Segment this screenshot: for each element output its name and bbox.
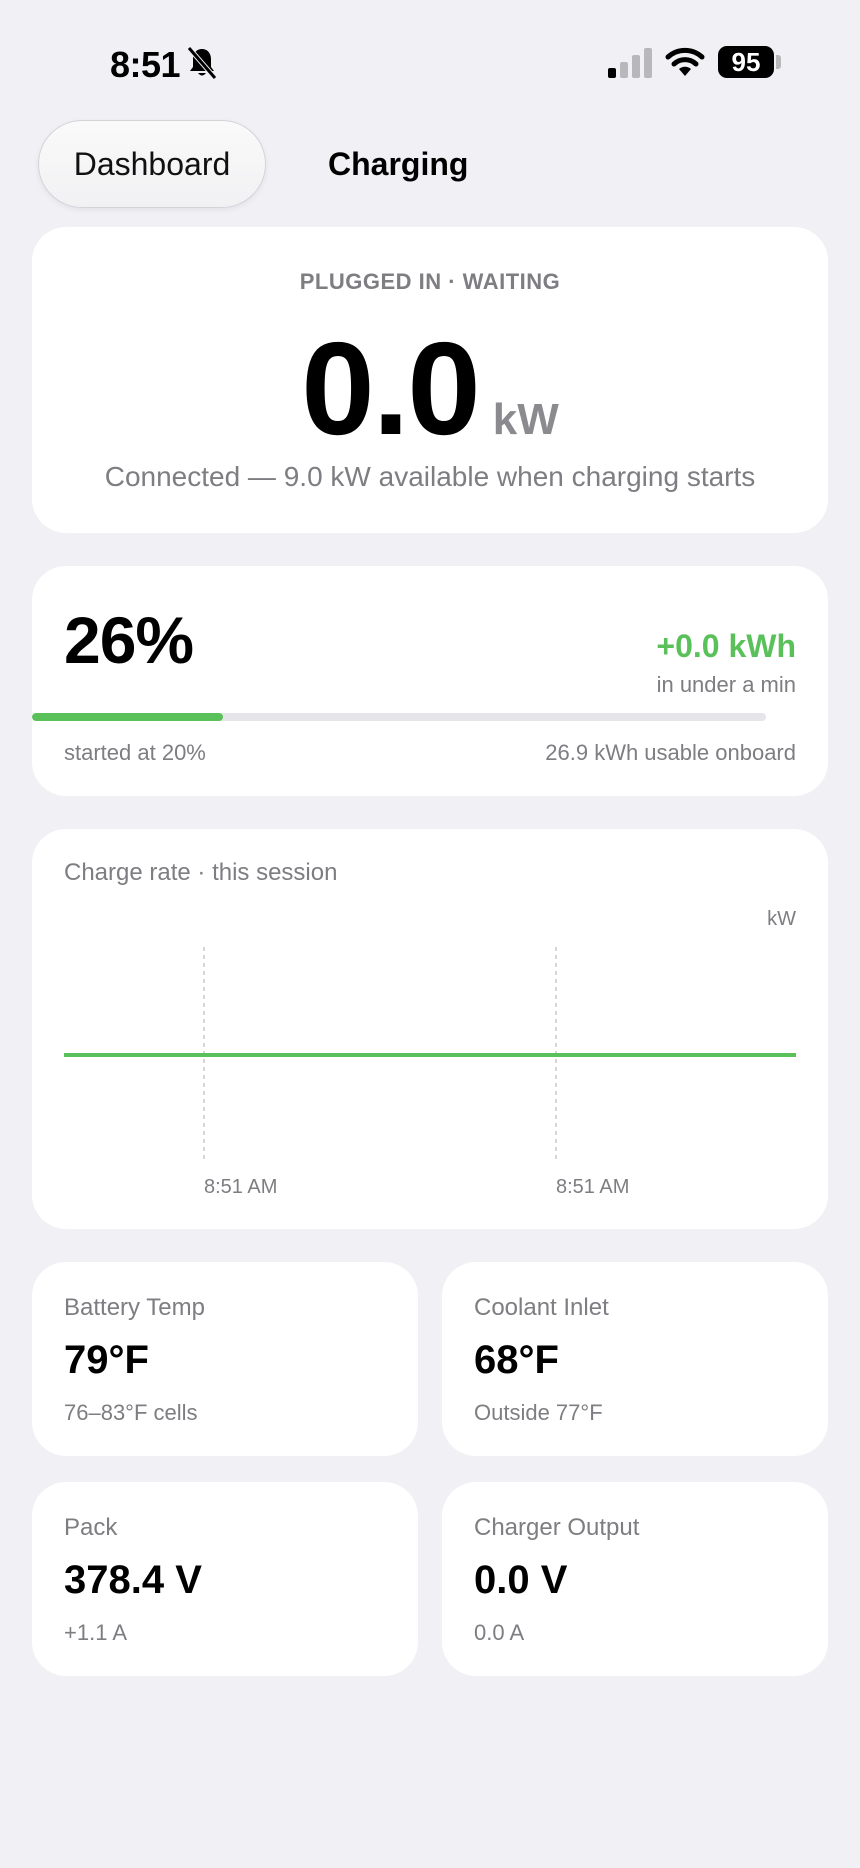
coolant-inlet-tile: Coolant Inlet 68°F Outside 77°F [442,1262,828,1456]
tile-label: Charger Output [474,1514,640,1541]
state-of-charge-card: 26% +0.0 kWh in under a min started at 2… [32,566,828,796]
cellular-signal-icon [608,48,652,78]
tile-subtext: Outside 77°F [474,1400,603,1425]
energy-added-duration: in under a min [656,672,796,697]
charger-output-tile: Charger Output 0.0 V 0.0 A [442,1482,828,1676]
status-time: 8:51 [110,44,181,85]
tab-dashboard[interactable]: Dashboard [38,120,266,208]
wifi-icon [665,47,705,76]
battery-tip [776,55,781,69]
charging-power-card: PLUGGED IN · WAITING 0.0 kW Connected — … [32,227,828,533]
charge-rate-chart-card: Charge rate · this session kW 8:51 AM 8:… [32,829,828,1229]
soc-progress-bar [32,713,766,721]
tile-subtext: +1.1 A [64,1620,128,1645]
tab-charging[interactable]: Charging [328,120,468,208]
tile-label: Coolant Inlet [474,1294,609,1321]
pack-voltage-tile: Pack 378.4 V +1.1 A [32,1482,418,1676]
soc-start-label: started at 20% [64,740,206,765]
charging-status-label: PLUGGED IN · WAITING [299,269,561,294]
power-unit: kW [492,395,559,444]
chart-time-label: 8:51 AM [204,1176,277,1198]
energy-added: +0.0 kWh [656,628,796,664]
bell-slash-icon [187,46,217,80]
tile-value: 68°F [474,1338,559,1382]
battery-temp-tile: Battery Temp 79°F 76–83°F cells [32,1262,418,1456]
soc-progress-fill [32,713,223,721]
tile-value: 0.0 V [474,1558,568,1602]
power-readout: 0.0 kW [32,323,828,455]
usable-energy-label: 26.9 kWh usable onboard [545,740,796,765]
charge-rate-chart: kW 8:51 AM 8:51 AM [64,908,796,1198]
tile-subtext: 76–83°F cells [64,1400,198,1425]
soc-percent: 26% [64,603,194,677]
tile-value: 79°F [64,1338,149,1382]
status-bar: 8:51 95 [0,0,860,110]
chart-time-label: 8:51 AM [556,1176,629,1198]
tile-label: Pack [64,1514,118,1541]
charging-subtitle: Connected — 9.0 kW available when chargi… [104,461,756,492]
chart-unit-label: kW [767,908,796,930]
battery-icon: 95 [718,46,774,78]
power-value: 0.0 [301,315,480,462]
tile-label: Battery Temp [64,1294,205,1321]
tile-subtext: 0.0 A [474,1620,525,1645]
top-tabs: Dashboard Charging [38,120,818,208]
tile-value: 378.4 V [64,1558,202,1602]
